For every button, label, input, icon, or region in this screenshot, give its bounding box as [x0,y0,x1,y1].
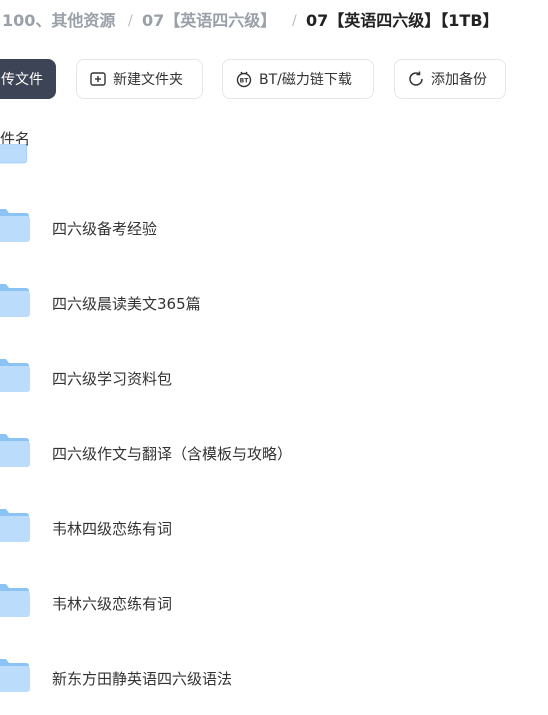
file-row[interactable]: 新东方田静英语四六级语法 [0,640,548,715]
file-row[interactable]: 四六级学习资料包 [0,340,548,415]
new-folder-label: 新建文件夹 [113,72,183,88]
file-row[interactable]: 四六级晨读美文365篇 [0,265,548,340]
bt-download-label: BT/磁力链下载 [259,72,352,88]
folder-icon [0,359,30,392]
refresh-icon [407,70,425,88]
breadcrumb-separator: / [292,13,297,29]
folder-icon [0,584,30,617]
file-name[interactable]: 四六级作文与翻译（含模板与攻略） [52,443,292,464]
breadcrumb-item-other-resources[interactable]: 100、其他资源 [2,8,115,34]
file-name[interactable]: 四六级晨读美文365篇 [52,293,201,314]
upload-button-label: 传文件 [1,72,43,88]
file-name[interactable]: 韦林六级恋练有词 [52,593,172,614]
toolbar: 传文件 新建文件夹 BT BT/磁力链下载 添加备份 [0,59,548,101]
add-backup-button[interactable]: 添加备份 [394,59,506,99]
folder-icon [0,209,30,242]
breadcrumb: 100、其他资源 / 07【英语四六级】 / 07【英语四六级】【1TB】 [0,8,548,34]
folder-icon [0,659,30,692]
breadcrumb-item-cet[interactable]: 07【英语四六级】 [142,8,276,34]
bt-download-button[interactable]: BT BT/磁力链下载 [222,59,374,99]
file-name[interactable]: 四六级学习资料包 [52,368,172,389]
new-folder-button[interactable]: 新建文件夹 [76,59,203,99]
breadcrumb-separator: / [128,13,133,29]
file-row[interactable]: 四六级作文与翻译（含模板与攻略） [0,415,548,490]
file-row[interactable]: 韦林四级恋练有词 [0,490,548,565]
folder-icon [0,509,30,542]
bt-magnet-icon: BT [235,70,253,88]
file-name[interactable]: 四六级备考经验 [52,218,157,239]
file-row[interactable]: 四六级备考经验 [0,190,548,265]
file-row[interactable]: 韦林六级恋练有词 [0,565,548,640]
folder-plus-icon [89,70,107,88]
folder-icon [0,434,30,467]
breadcrumb-item-current: 07【英语四六级】【1TB】 [306,11,499,30]
add-backup-label: 添加备份 [431,72,487,88]
folder-icon [0,284,30,317]
folder-icon [0,144,28,164]
upload-button[interactable]: 传文件 [0,59,56,99]
file-name[interactable]: 韦林四级恋练有词 [52,518,172,539]
svg-text:BT: BT [240,78,250,85]
file-name[interactable]: 新东方田静英语四六级语法 [52,668,232,689]
